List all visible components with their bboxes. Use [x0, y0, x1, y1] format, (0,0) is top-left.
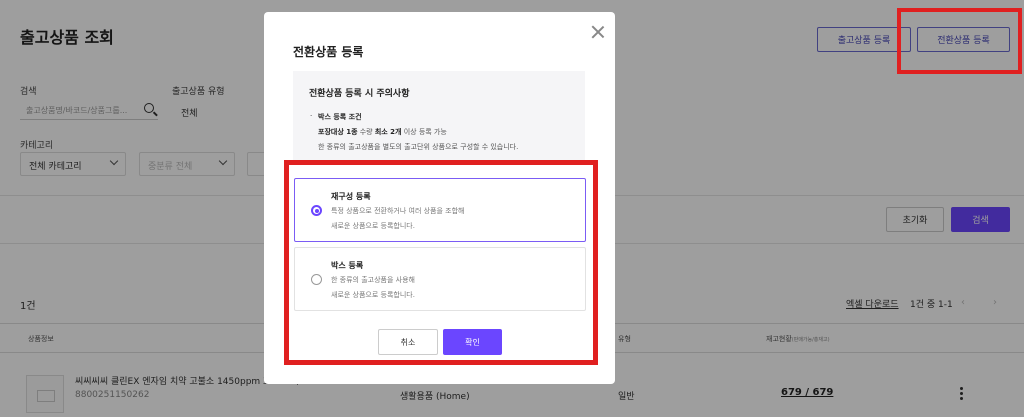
notice-line-1c: 최소 2개	[374, 128, 402, 136]
close-icon[interactable]	[591, 25, 605, 39]
highlight-box-header	[897, 8, 1022, 74]
notice-subtitle: 박스 등록 조건	[318, 113, 362, 121]
notice-box: 전환상품 등록 시 주의사항 · 박스 등록 조건 포장대상 1종 수량 최소 …	[293, 71, 585, 165]
notice-bullet: ·	[310, 112, 313, 120]
highlight-box-options	[284, 160, 598, 365]
notice-line-1b: 수량	[357, 128, 375, 136]
notice-line-1: 포장대상 1종 수량 최소 2개 이상 등록 가능	[318, 127, 447, 137]
notice-line-2: 한 종류의 출고상품을 별도의 출고단위 상품으로 구성할 수 있습니다.	[318, 143, 519, 151]
modal-title: 전환상품 등록	[293, 45, 364, 59]
notice-line-1a: 포장대상 1종	[318, 128, 358, 136]
notice-title: 전환상품 등록 시 주의사항	[309, 89, 410, 99]
notice-line-1d: 이상 등록 가능	[401, 128, 447, 136]
